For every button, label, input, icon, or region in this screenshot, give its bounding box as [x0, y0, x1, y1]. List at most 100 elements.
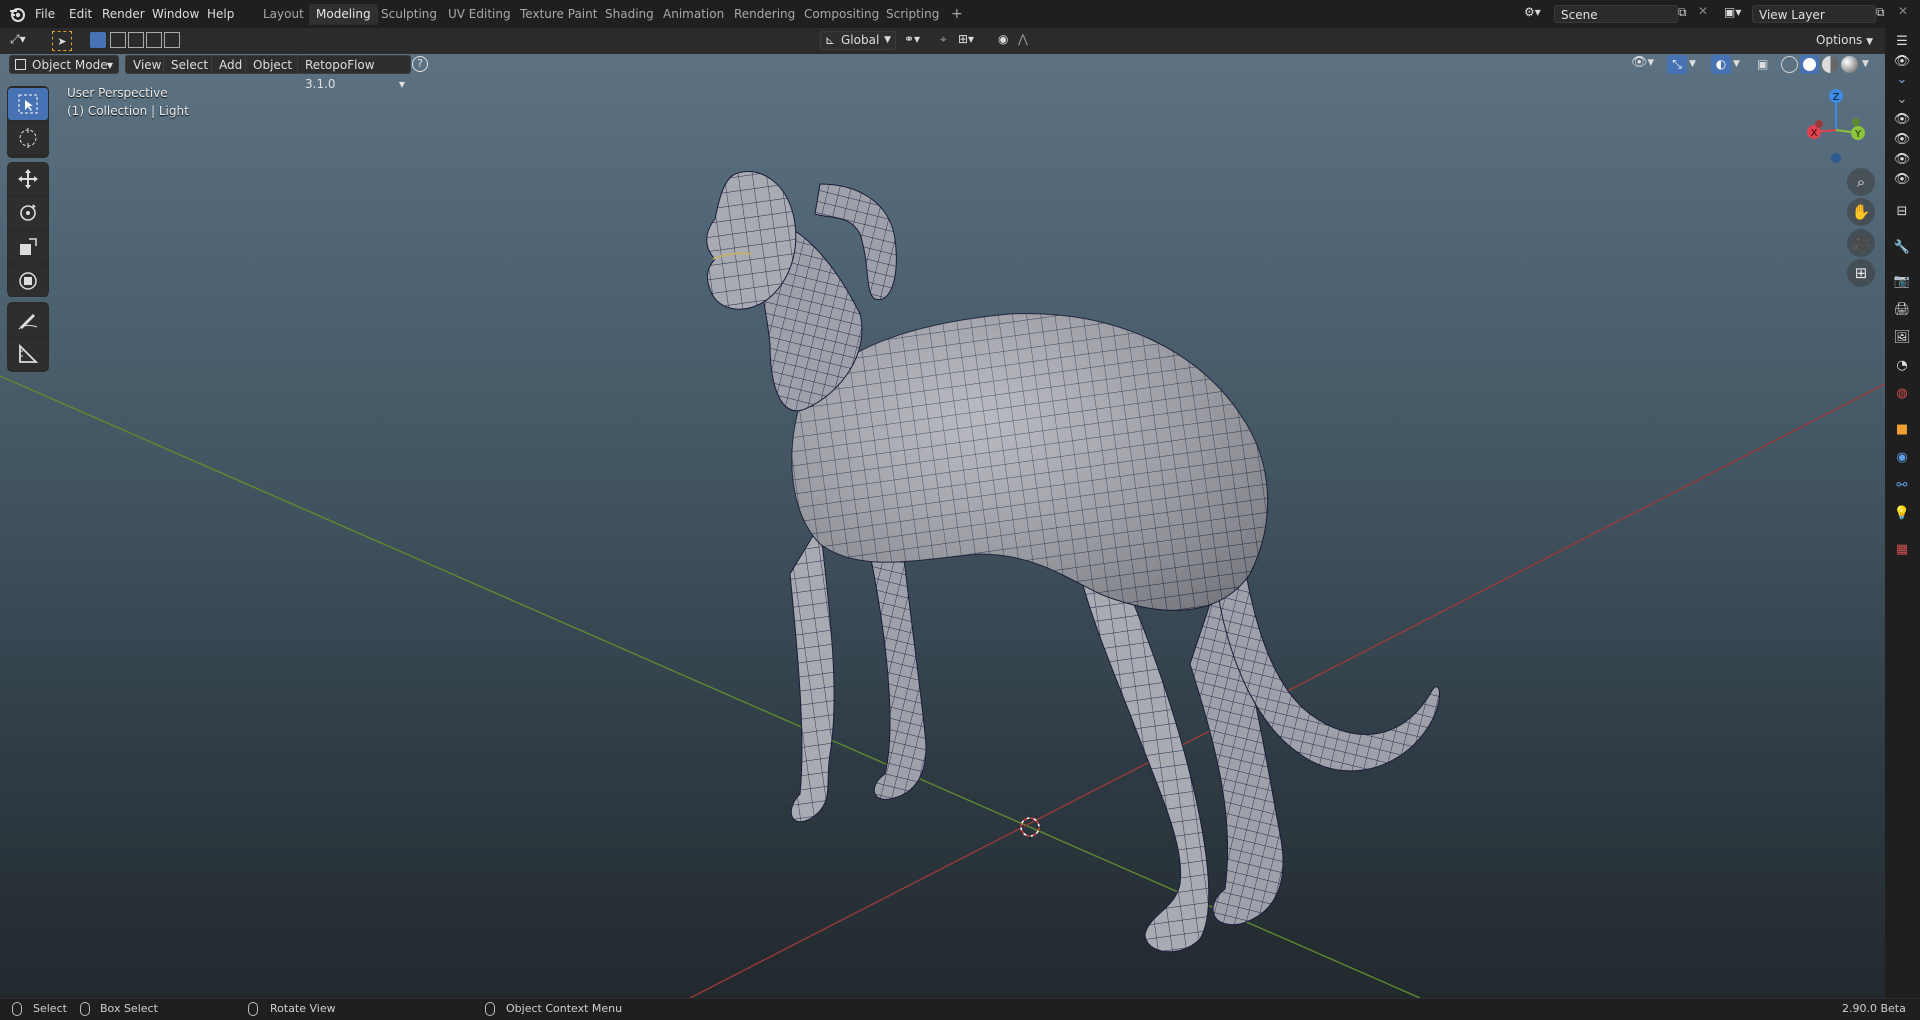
tab-rendering[interactable]: Rendering	[727, 4, 802, 25]
collection-icon[interactable]: ⌄	[1893, 70, 1911, 88]
annotate-tool[interactable]	[8, 304, 48, 336]
output-properties-icon[interactable]: 🖨	[1893, 300, 1911, 318]
cursor-tool[interactable]	[8, 122, 48, 154]
object-properties-icon[interactable]: ■	[1893, 420, 1911, 438]
3d-viewport[interactable]	[0, 54, 1885, 998]
chevron-down-icon: ▼	[884, 35, 891, 45]
select-mode-invert-icon[interactable]	[146, 32, 162, 48]
close-scene-icon[interactable]: ✕	[1698, 4, 1712, 22]
measure-tool[interactable]	[8, 338, 48, 370]
snap-target-icon[interactable]: ⊞▾	[958, 32, 988, 50]
view-layer-field[interactable]: View Layer	[1752, 5, 1876, 23]
mode-selector[interactable]: Object Mode ▼	[9, 55, 119, 74]
overlay-dropdown-icon[interactable]: ▼	[1733, 55, 1745, 74]
menu-edit[interactable]: Edit	[69, 6, 92, 22]
camera-icon[interactable]: 🎥	[1847, 229, 1875, 257]
xray-toggle-icon[interactable]: ▣	[1757, 55, 1775, 74]
tab-sculpting[interactable]: Sculpting	[374, 4, 444, 25]
blender-logo-icon[interactable]	[8, 5, 26, 23]
retopoflow-dropdown[interactable]: RetopoFlow 3.1.0 ▼	[297, 55, 411, 91]
options-dropdown[interactable]: Options ▼	[1816, 31, 1878, 50]
select-box-tool[interactable]	[8, 88, 48, 120]
view-layer-properties-icon[interactable]: 🖼	[1893, 328, 1911, 346]
scene-field[interactable]: Scene	[1554, 5, 1678, 23]
tab-shading[interactable]: Shading	[598, 4, 661, 25]
eye-icon[interactable]: 👁	[1893, 52, 1911, 70]
object-mode-icon	[15, 59, 26, 70]
eye-icon[interactable]: 👁	[1893, 110, 1911, 128]
tab-scripting[interactable]: Scripting	[879, 4, 946, 25]
measure-icon	[19, 343, 39, 363]
close-view-layer-icon[interactable]: ✕	[1898, 4, 1912, 22]
pivot-point-icon[interactable]: ⚭▾	[904, 32, 934, 50]
proportional-edit-icon[interactable]: ◉	[998, 32, 1014, 50]
physics-properties-icon[interactable]: ◉	[1893, 448, 1911, 466]
new-scene-icon[interactable]: ⧉	[1678, 5, 1696, 23]
viewport-scene	[0, 170, 1885, 998]
render-properties-icon[interactable]: 📷	[1893, 272, 1911, 290]
mouse-right-icon	[485, 1002, 495, 1016]
select-mode-set-icon[interactable]	[90, 32, 106, 48]
hand-icon[interactable]: ✋	[1847, 198, 1875, 226]
zoom-icon[interactable]: ⌕	[1847, 168, 1875, 196]
tab-compositing[interactable]: Compositing	[797, 4, 886, 25]
rendered-shading-icon[interactable]	[1841, 56, 1858, 73]
eye-icon[interactable]: 👁	[1893, 170, 1911, 188]
outliner-icon[interactable]: ☰	[1893, 32, 1911, 50]
view-layer-selector-icon[interactable]: ▣▾	[1724, 5, 1752, 23]
active-tool-icon[interactable]: ➤	[52, 31, 72, 51]
transform-tool[interactable]	[8, 265, 48, 297]
editor-type-icon[interactable]: ⤢▾	[10, 32, 38, 50]
visibility-selector-icon[interactable]: 👁▾	[1631, 55, 1661, 74]
menu-render[interactable]: Render	[102, 6, 145, 22]
tool-properties-icon[interactable]: 🔧	[1893, 238, 1911, 256]
snap-toggle-icon[interactable]: ⌖	[940, 32, 956, 50]
tab-texture-paint[interactable]: Texture Paint	[513, 4, 604, 25]
transform-icon	[19, 272, 37, 290]
menu-select[interactable]: Select	[163, 55, 217, 74]
gizmo-dropdown-icon[interactable]: ▼	[1689, 55, 1701, 74]
eye-icon[interactable]: 👁	[1893, 150, 1911, 168]
menu-object[interactable]: Object	[245, 55, 301, 74]
rotate-tool[interactable]	[8, 197, 48, 229]
collection-icon[interactable]: ⌄	[1893, 90, 1911, 108]
view-layer-name: View Layer	[1759, 8, 1825, 22]
wireframe-shading-icon[interactable]	[1781, 56, 1798, 73]
menu-file[interactable]: File	[35, 6, 55, 22]
chevron-down-icon: ▼	[106, 61, 113, 70]
material-shading-icon[interactable]	[1822, 56, 1839, 73]
solid-shading-icon[interactable]	[1800, 55, 1819, 74]
menu-help[interactable]: Help	[207, 6, 234, 22]
light-data-icon[interactable]: 💡	[1893, 504, 1911, 522]
world-properties-icon[interactable]: ◍	[1893, 384, 1911, 402]
add-workspace-button[interactable]: +	[944, 4, 970, 25]
proportional-falloff-icon[interactable]: ⋀	[1018, 32, 1042, 50]
tab-modeling[interactable]: Modeling	[309, 4, 378, 25]
scene-properties-icon[interactable]: ◔	[1893, 356, 1911, 374]
help-button[interactable]: ?	[412, 56, 428, 72]
tab-uv-editing[interactable]: UV Editing	[441, 4, 518, 25]
overlay-toggle-icon[interactable]: ◐	[1711, 55, 1731, 74]
eye-icon[interactable]: 👁	[1893, 130, 1911, 148]
navigation-gizmo[interactable]: Z Y X	[1798, 86, 1878, 166]
scene-selector-icon[interactable]: ⚙▾	[1524, 5, 1552, 23]
texture-properties-icon[interactable]: ▦	[1893, 540, 1911, 558]
tab-animation[interactable]: Animation	[656, 4, 731, 25]
gizmo-y-label: Y	[1854, 129, 1862, 140]
tab-layout[interactable]: Layout	[256, 4, 311, 25]
select-menu-label: Select	[171, 58, 209, 72]
constraints-properties-icon[interactable]: ⚯	[1893, 476, 1911, 494]
select-mode-extend-icon[interactable]	[110, 32, 126, 48]
scale-tool[interactable]	[8, 231, 48, 263]
transform-orientation-dropdown[interactable]: ⊾ Global ▼	[820, 31, 896, 50]
grid-icon[interactable]: ⊞	[1847, 259, 1875, 287]
select-mode-subtract-icon[interactable]	[128, 32, 144, 48]
gizmo-toggle-icon[interactable]: ⤡	[1667, 55, 1687, 74]
select-mode-intersect-icon[interactable]	[164, 32, 180, 48]
properties-editor-icon[interactable]: ⊟	[1893, 202, 1911, 220]
new-view-layer-icon[interactable]: ⧉	[1876, 5, 1894, 23]
shading-dropdown-icon[interactable]: ▼	[1862, 55, 1874, 74]
move-tool[interactable]	[8, 163, 48, 195]
scale-icon	[20, 238, 37, 255]
menu-window[interactable]: Window	[152, 6, 199, 22]
